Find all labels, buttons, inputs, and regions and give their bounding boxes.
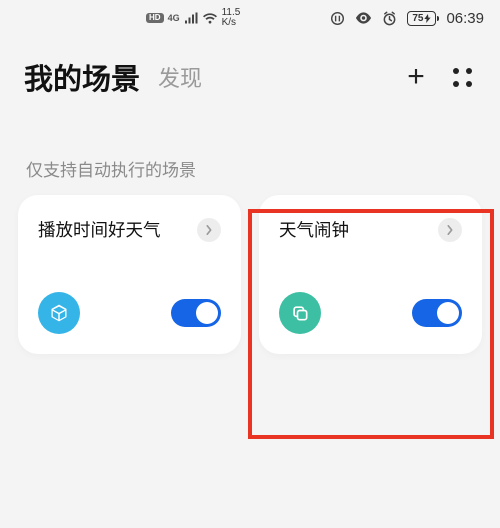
scene-card-title: 天气闹钟 <box>279 217 349 242</box>
status-right: 75 06:39 <box>330 10 484 27</box>
scene-app-icon <box>279 292 321 334</box>
section-label: 仅支持自动执行的场景 <box>0 108 500 195</box>
more-button[interactable] <box>448 63 476 91</box>
hd-badge: HD <box>146 13 164 23</box>
four-dots-icon <box>453 68 472 87</box>
page-header: 我的场景 发现 + <box>0 36 500 108</box>
net-speed: 11.5 K/s <box>222 8 241 28</box>
plus-icon: + <box>407 62 425 92</box>
scene-app-icon <box>38 292 80 334</box>
scene-card-title: 播放时间好天气 <box>38 217 161 242</box>
network-gen: 4G <box>168 13 180 23</box>
scene-card-open[interactable] <box>438 218 462 242</box>
battery-indicator: 75 <box>407 11 436 26</box>
clock-time: 06:39 <box>446 10 484 27</box>
add-button[interactable]: + <box>402 63 430 91</box>
battery-level: 75 <box>412 13 423 24</box>
scene-card[interactable]: 天气闹钟 <box>259 195 482 354</box>
status-left: HD 4G 11.5 K/s <box>16 8 240 28</box>
cards-row: 播放时间好天气 天气闹钟 <box>0 195 500 354</box>
scene-card[interactable]: 播放时间好天气 <box>18 195 241 354</box>
tab-discover[interactable]: 发现 <box>158 61 202 93</box>
cube-icon <box>49 303 69 323</box>
battery-charge-icon <box>424 14 431 23</box>
vibrate-icon <box>330 11 345 26</box>
alarm-icon <box>382 11 397 26</box>
wifi-icon <box>202 12 218 25</box>
chevron-right-icon <box>446 225 454 235</box>
chevron-right-icon <box>205 225 213 235</box>
copy-icon <box>290 303 310 323</box>
net-speed-unit: K/s <box>222 18 236 28</box>
scene-toggle[interactable] <box>412 299 462 327</box>
eye-icon <box>355 12 372 24</box>
scene-card-open[interactable] <box>197 218 221 242</box>
status-bar: HD 4G 11.5 K/s 75 06:39 <box>0 0 500 36</box>
scene-toggle[interactable] <box>171 299 221 327</box>
tab-my-scenes[interactable]: 我的场景 <box>24 56 140 98</box>
signal-icon <box>184 12 198 25</box>
